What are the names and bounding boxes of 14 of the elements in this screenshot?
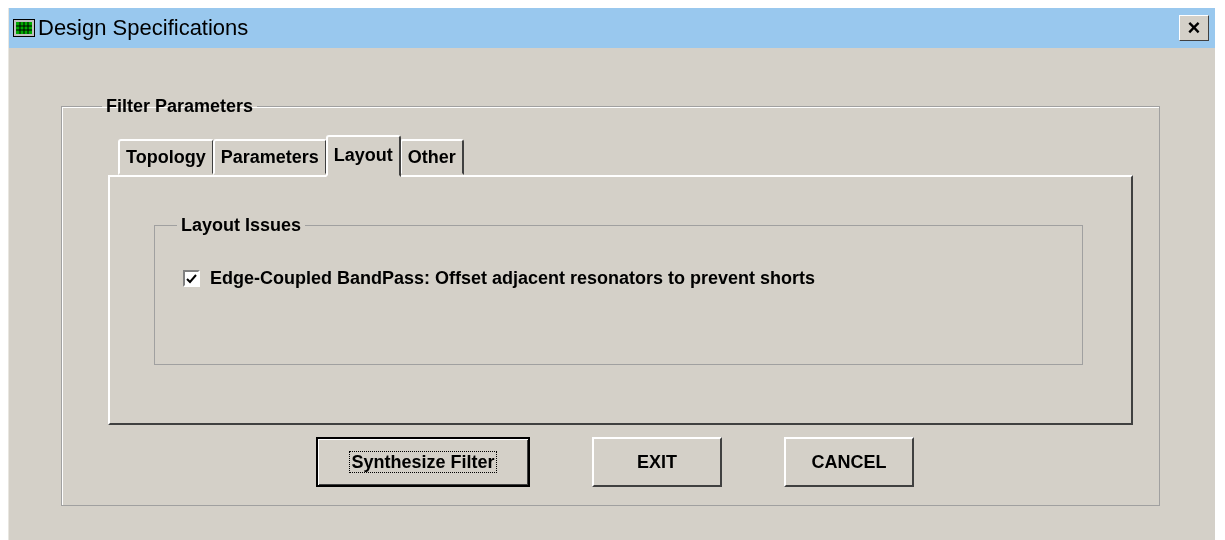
group-title: Layout Issues	[180, 215, 303, 236]
tab[interactable]: Parameters	[212, 139, 327, 175]
dialog-button[interactable]: Synthesize Filter	[316, 437, 530, 487]
app-icon	[13, 19, 35, 37]
window-title: Design Specifications	[38, 15, 250, 41]
checkbox-label: Edge-Coupled BandPass: Offset adjacent resonators to prevent shorts	[210, 268, 816, 289]
checkbox[interactable]	[183, 270, 200, 287]
group-title: Filter Parameters	[105, 96, 255, 117]
tab[interactable]: Other	[399, 139, 464, 175]
dialog-button[interactable]: CANCEL	[784, 437, 914, 487]
dialog-button[interactable]: EXIT	[592, 437, 722, 487]
tab[interactable]: Topology	[118, 139, 214, 175]
close-button[interactable]: ×	[1179, 15, 1209, 41]
tab[interactable]: Layout	[325, 135, 401, 177]
